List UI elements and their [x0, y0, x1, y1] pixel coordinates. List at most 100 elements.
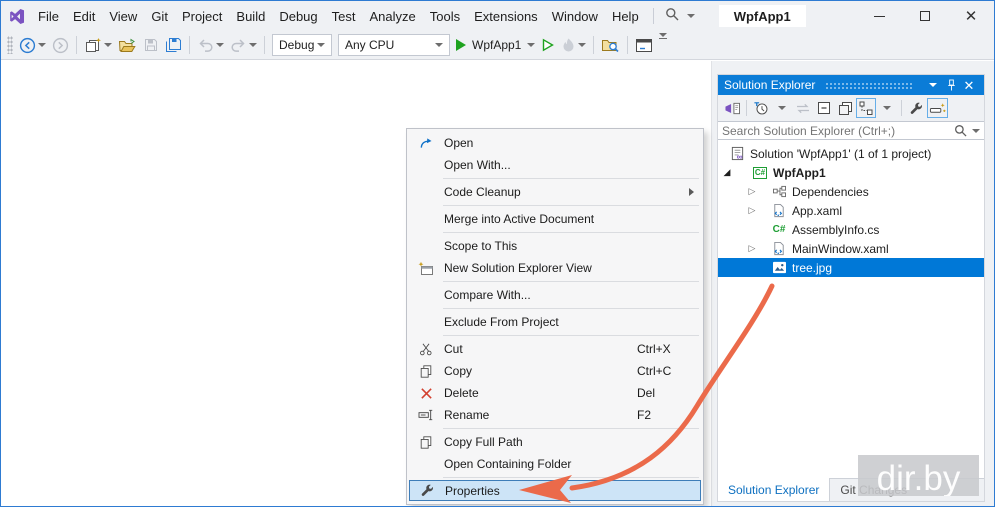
tree-row-tree-jpg[interactable]: tree.jpg [718, 258, 984, 277]
chevron-down-icon [104, 43, 112, 47]
context-item-rename[interactable]: Rename F2 [407, 404, 703, 426]
pending-changes-filter-button[interactable] [751, 98, 771, 118]
menu-edit[interactable]: Edit [66, 1, 102, 31]
context-item-copy-full-path[interactable]: Copy Full Path [407, 431, 703, 453]
context-item-open-with[interactable]: Open With... [407, 154, 703, 176]
menu-build[interactable]: Build [229, 1, 272, 31]
filter-dropdown-button[interactable] [772, 98, 792, 118]
hot-reload-button[interactable] [558, 33, 589, 57]
solution-explorer-titlebar[interactable]: Solution Explorer ✕ [718, 75, 984, 95]
navigate-backward-button[interactable] [16, 33, 49, 57]
find-in-files-button[interactable] [598, 33, 623, 57]
context-item-compare-with[interactable]: Compare With... [407, 284, 703, 306]
save-button[interactable] [140, 33, 162, 57]
solution-configuration-dropdown[interactable]: Debug [272, 34, 332, 56]
close-button[interactable]: ✕ [948, 1, 994, 31]
tree-row-solution[interactable]: ∞ Solution 'WpfApp1' (1 of 1 project) [718, 144, 984, 163]
menu-item-label: Open Containing Folder [444, 457, 703, 471]
menu-item-label: Merge into Active Document [444, 212, 703, 226]
menu-item-shortcut: Ctrl+X [637, 342, 703, 356]
window-position-button[interactable] [924, 75, 942, 95]
properties-button[interactable] [906, 98, 926, 118]
platform-value: Any CPU [345, 38, 394, 52]
toolbar-separator [746, 100, 747, 116]
show-all-files-button[interactable] [835, 98, 855, 118]
context-item-copy[interactable]: Copy Ctrl+C [407, 360, 703, 382]
startup-project-label: WpfApp1 [472, 38, 521, 52]
csharp-file-icon: C# [771, 222, 787, 238]
context-item-exclude-from-project[interactable]: Exclude From Project [407, 311, 703, 333]
menu-window[interactable]: Window [545, 1, 605, 31]
menu-file[interactable]: File [31, 1, 66, 31]
new-project-button[interactable] [81, 33, 115, 57]
open-file-button[interactable] [115, 33, 140, 57]
context-item-delete[interactable]: Delete Del [407, 382, 703, 404]
toolbar-overflow-button[interactable] [656, 33, 670, 57]
menu-help[interactable]: Help [605, 1, 646, 31]
start-without-debugging-button[interactable] [538, 33, 558, 57]
tree-row-assemblyinfo[interactable]: C# AssemblyInfo.cs [718, 220, 984, 239]
expander-collapsed-icon[interactable]: ▷ [746, 243, 758, 254]
minimize-button[interactable] [856, 1, 902, 31]
menu-item-label: Open With... [444, 158, 703, 172]
context-item-scope-to-this[interactable]: Scope to This [407, 235, 703, 257]
sync-dropdown-button[interactable] [877, 98, 897, 118]
tree-label: MainWindow.xaml [792, 242, 889, 256]
solution-explorer-search-input[interactable] [722, 124, 954, 138]
context-item-code-cleanup[interactable]: Code Cleanup [407, 181, 703, 203]
window-layout-button[interactable] [632, 33, 656, 57]
toolbar-separator [593, 36, 594, 54]
new-view-icon [415, 260, 437, 276]
collapse-all-button[interactable] [814, 98, 834, 118]
toolbar-separator [901, 100, 902, 116]
titlebar-separator [653, 8, 654, 24]
search-icon[interactable] [954, 124, 967, 137]
close-panel-button[interactable]: ✕ [960, 75, 978, 95]
menu-extensions[interactable]: Extensions [467, 1, 545, 31]
solution-platform-dropdown[interactable]: Any CPU [338, 34, 450, 56]
context-item-new-solution-explorer-view[interactable]: New Solution Explorer View [407, 257, 703, 279]
expander-expanded-icon[interactable]: ◢ [721, 167, 733, 178]
menu-item-label: Delete [444, 386, 637, 400]
menu-item-label: Copy [444, 364, 637, 378]
tree-row-app-xaml[interactable]: ▷ App.xaml [718, 201, 984, 220]
titlebar: File Edit View Git Project Build Debug T… [1, 1, 994, 31]
save-all-button[interactable] [162, 33, 185, 57]
tab-solution-explorer[interactable]: Solution Explorer [718, 478, 830, 501]
menu-item-label: Compare With... [444, 288, 703, 302]
tree-row-dependencies[interactable]: ▷ Dependencies [718, 182, 984, 201]
preview-selected-items-button[interactable] [927, 98, 948, 118]
menu-project[interactable]: Project [175, 1, 229, 31]
switch-views-button[interactable] [722, 98, 742, 118]
redo-button[interactable] [227, 33, 260, 57]
toolbar-drag-handle[interactable] [7, 36, 13, 54]
context-item-cut[interactable]: Cut Ctrl+X [407, 338, 703, 360]
context-item-properties[interactable]: Properties [409, 480, 701, 501]
context-item-open[interactable]: Open [407, 132, 703, 154]
chevron-down-icon[interactable] [972, 129, 980, 133]
auto-hide-pin-button[interactable] [942, 75, 960, 95]
menu-git[interactable]: Git [144, 1, 175, 31]
close-icon: ✕ [965, 9, 978, 24]
tree-row-project[interactable]: ◢ C# WpfApp1 [718, 163, 984, 182]
context-item-open-containing-folder[interactable]: Open Containing Folder [407, 453, 703, 475]
maximize-button[interactable] [902, 1, 948, 31]
sync-button[interactable] [793, 98, 813, 118]
chevron-down-icon [929, 83, 937, 87]
menu-tools[interactable]: Tools [423, 1, 467, 31]
menu-analyze[interactable]: Analyze [362, 1, 422, 31]
tree-row-mainwindow-xaml[interactable]: ▷ MainWindow.xaml [718, 239, 984, 258]
navigate-forward-button[interactable] [49, 33, 72, 57]
quick-search-button[interactable] [661, 7, 699, 26]
menu-debug[interactable]: Debug [272, 1, 324, 31]
context-item-merge-into-active-document[interactable]: Merge into Active Document [407, 208, 703, 230]
copy-icon [415, 363, 437, 379]
menu-item-label: Properties [445, 484, 700, 498]
expander-collapsed-icon[interactable]: ▷ [746, 205, 758, 216]
menu-view[interactable]: View [102, 1, 144, 31]
undo-button[interactable] [194, 33, 227, 57]
sync-with-active-document-button[interactable] [856, 98, 876, 118]
expander-collapsed-icon[interactable]: ▷ [746, 186, 758, 197]
start-debugging-button[interactable]: WpfApp1 [453, 33, 538, 57]
menu-test[interactable]: Test [325, 1, 363, 31]
